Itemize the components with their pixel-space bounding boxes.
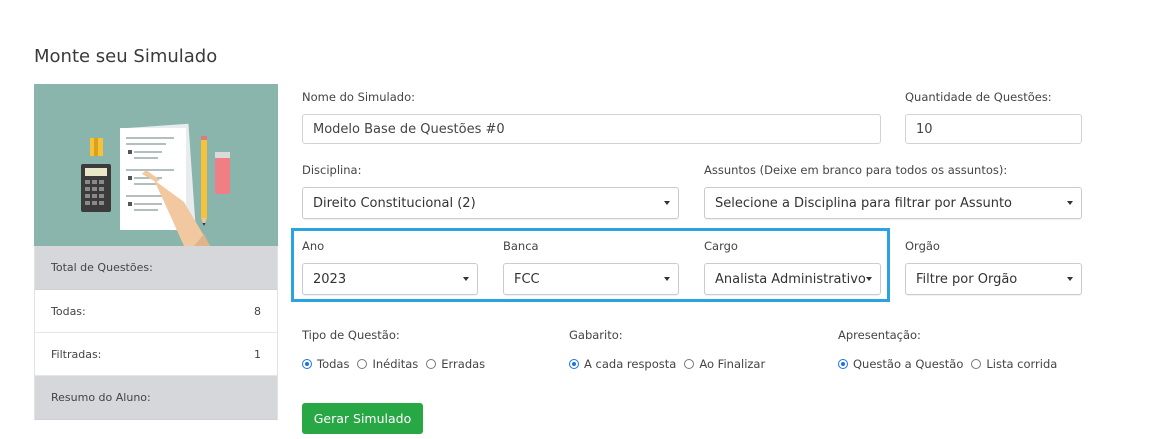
answer-key-label: Gabarito: [569,328,623,342]
exam-illustration [34,84,278,246]
radio-label: Todas [317,357,350,371]
simulado-name-input[interactable]: Modelo Base de Questões #0 [302,114,881,144]
simulado-name-label: Nome do Simulado: [302,90,416,104]
year-value: 2023 [313,271,347,287]
radio-selected-icon [569,359,579,369]
radio-label: Lista corrida [986,357,1058,371]
radio-label: Erradas [441,357,486,371]
question-count-input[interactable]: 10 [905,114,1082,144]
radio-erradas[interactable]: Erradas [426,357,485,371]
answer-key-radio-group: A cada resposta Ao Finalizar [569,357,773,371]
radio-ineditas[interactable]: Inéditas [357,357,418,371]
question-type-label: Tipo de Questão: [302,328,400,342]
position-select[interactable]: Analista Administrativo [704,263,881,295]
position-value: Analista Administrativo [715,271,866,287]
stat-label: Todas: [51,304,86,318]
total-questions-header: Total de Questões: [35,246,277,290]
stat-row-todas: Todas: 8 [35,290,277,333]
chevron-down-icon [1067,201,1073,205]
subjects-select[interactable]: Selecione a Disciplina para filtrar por … [704,187,1082,219]
simulado-name-value: Modelo Base de Questões #0 [313,121,505,137]
stat-value: 8 [254,304,261,318]
radio-label: Inéditas [372,357,419,371]
chevron-down-icon [664,201,670,205]
page-title: Monte seu Simulado [34,46,218,67]
radio-empty-icon [357,359,368,369]
board-label: Banca [503,239,539,253]
radio-label: Ao Finalizar [699,357,766,371]
question-type-radio-group: Todas Inéditas Erradas [302,357,493,371]
year-select[interactable]: 2023 [302,263,478,295]
radio-empty-icon [684,359,695,369]
radio-questao-a-questao[interactable]: Questão a Questão [838,357,963,371]
chevron-down-icon [1067,277,1073,281]
chevron-down-icon [463,277,469,281]
stat-value: 1 [254,347,261,361]
discipline-value: Direito Constitucional (2) [313,195,476,211]
radio-a-cada-resposta[interactable]: A cada resposta [569,357,676,371]
subjects-label: Assuntos (Deixe em branco para todos os … [704,163,1008,177]
agency-value: Filtre por Orgão [916,271,1018,287]
radio-selected-icon [838,359,848,369]
radio-lista-corrida[interactable]: Lista corrida [971,357,1057,371]
position-label: Cargo [704,239,738,253]
total-section: Total de Questões: Todas: 8 Filtradas: 1… [34,246,278,420]
stat-row-filtradas: Filtradas: 1 [35,333,277,376]
board-select[interactable]: FCC [503,263,679,295]
chevron-down-icon [866,277,872,281]
discipline-label: Disciplina: [302,163,362,177]
total-questions-label: Total de Questões: [51,261,153,274]
generate-simulation-button[interactable]: Gerar Simulado [302,403,423,434]
question-count-value: 10 [916,121,933,137]
radio-empty-icon [971,359,982,369]
sidebar: Total de Questões: Todas: 8 Filtradas: 1… [34,84,278,439]
radio-label: Questão a Questão [853,357,964,371]
student-summary-label: Resumo do Aluno: [51,391,151,404]
stat-label: Filtradas: [51,347,102,361]
discipline-select[interactable]: Direito Constitucional (2) [302,187,679,219]
presentation-label: Apresentação: [838,328,921,342]
radio-selected-icon [302,359,312,369]
board-value: FCC [514,271,540,287]
year-label: Ano [302,239,325,253]
student-summary-header: Resumo do Aluno: [35,376,277,420]
agency-label: Orgão [905,239,940,253]
chevron-down-icon [664,277,670,281]
agency-select[interactable]: Filtre por Orgão [905,263,1082,295]
presentation-radio-group: Questão a Questão Lista corrida [838,357,1065,371]
radio-empty-icon [426,359,437,369]
subjects-value: Selecione a Disciplina para filtrar por … [715,195,1013,211]
radio-todas[interactable]: Todas [302,357,349,371]
radio-label: A cada resposta [584,357,677,371]
question-count-label: Quantidade de Questões: [905,90,1052,104]
radio-ao-finalizar[interactable]: Ao Finalizar [684,357,765,371]
